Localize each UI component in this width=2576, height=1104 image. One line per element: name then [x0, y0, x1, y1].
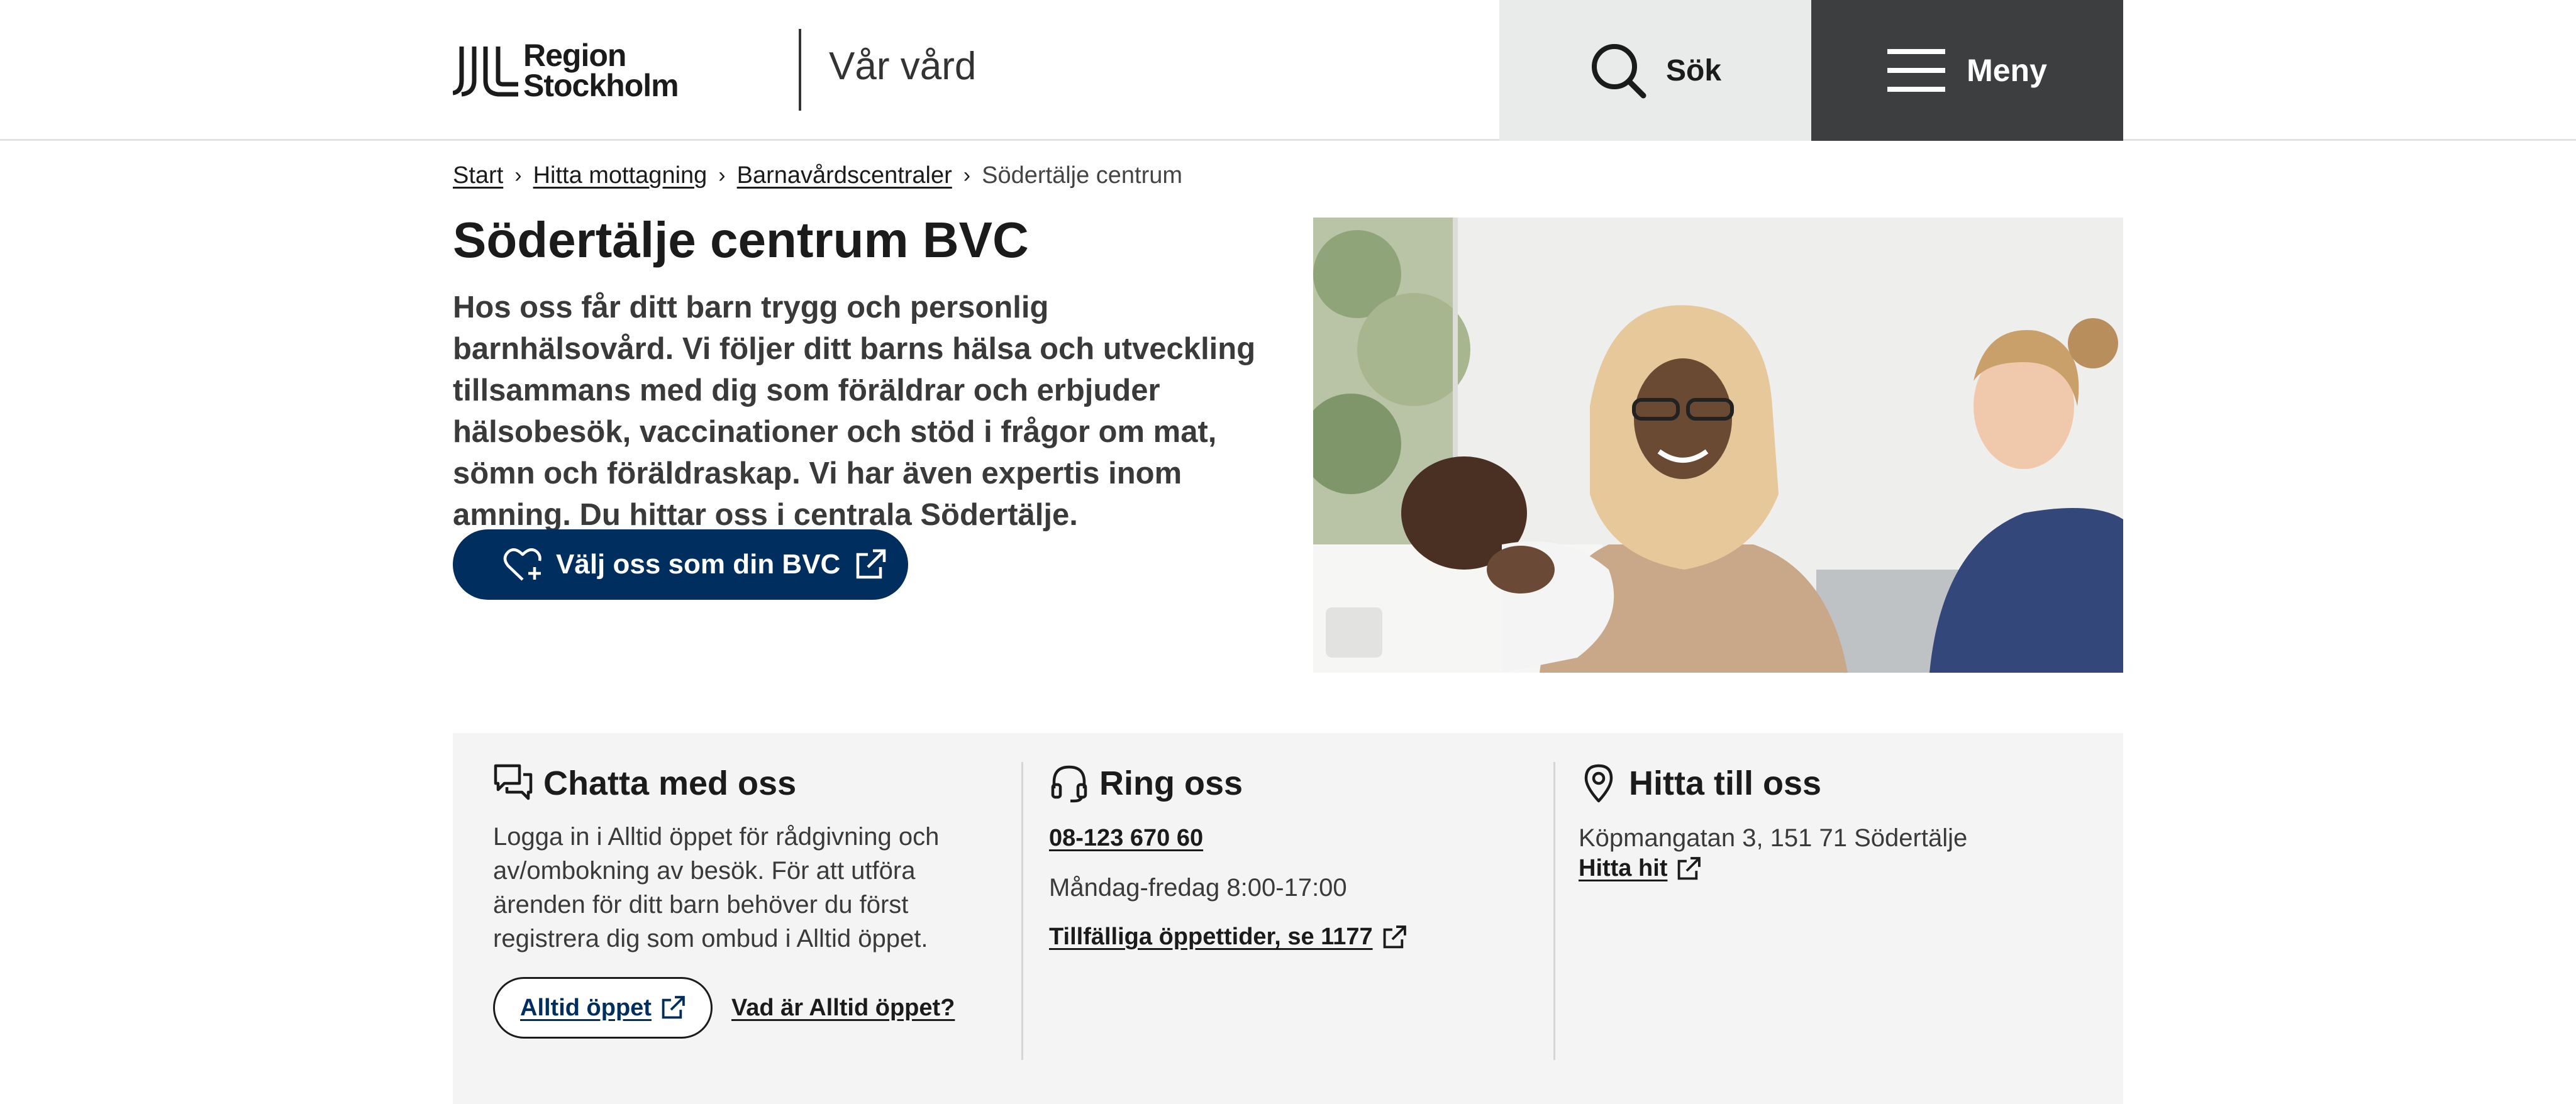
- call-column: Ring oss 08-123 670 60 Måndag-fredag 8:0…: [1049, 763, 1540, 951]
- what-is-alltid-oppet-link[interactable]: Vad är Alltid öppet?: [731, 995, 955, 1022]
- region-stockholm-logo[interactable]: Region Stockholm: [453, 40, 679, 101]
- chat-bubbles-icon: [494, 764, 533, 800]
- chevron-right-icon: ›: [963, 163, 971, 187]
- hamburger-icon: [1887, 49, 1946, 92]
- directions-label: Hitta hit: [1579, 855, 1668, 881]
- logo-text: Region Stockholm: [523, 40, 679, 101]
- temporary-hours-row: Tillfälliga öppettider, se 1177: [1049, 924, 1540, 951]
- chat-title: Chatta med oss: [543, 765, 797, 802]
- breadcrumb-current: Södertälje centrum: [982, 162, 1183, 189]
- breadcrumb: Start › Hitta mottagning › Barnavårdscen…: [453, 162, 1182, 189]
- contact-panel: Chatta med oss Logga in i Alltid öppet f…: [453, 733, 2123, 1104]
- search-icon: [1591, 44, 1646, 99]
- alltid-oppet-label: Alltid öppet: [520, 994, 652, 1021]
- external-link-icon: [1383, 925, 1406, 948]
- phone-number-link[interactable]: 08-123 670 60: [1049, 825, 1203, 852]
- alltid-oppet-button[interactable]: Alltid öppet: [493, 977, 713, 1039]
- find-column: Hitta till oss Köpmangatan 3, 151 71 Söd…: [1579, 763, 2094, 882]
- search-button-label: Sök: [1665, 53, 1722, 87]
- choose-bvc-button[interactable]: Välj oss som din BVC: [453, 529, 908, 600]
- temporary-hours-link[interactable]: Tillfälliga öppettider, se 1177: [1049, 924, 1407, 951]
- menu-button[interactable]: Meny: [1811, 0, 2123, 141]
- opening-hours: Måndag-fredag 8:00-17:00: [1049, 874, 1347, 902]
- headset-icon: [1051, 765, 1087, 803]
- site-header: Region Stockholm Vår vård Sök Meny: [0, 0, 2576, 141]
- breadcrumb-start[interactable]: Start: [453, 162, 503, 189]
- column-divider: [1553, 762, 1555, 1060]
- chat-column: Chatta med oss Logga in i Alltid öppet f…: [493, 763, 1015, 1039]
- find-heading: Hitta till oss: [1579, 763, 2094, 803]
- external-link-icon: [857, 549, 886, 579]
- directions-link[interactable]: Hitta hit: [1579, 855, 1701, 882]
- external-link-icon: [662, 996, 685, 1019]
- column-divider: [1021, 762, 1023, 1060]
- external-link-icon: [1678, 856, 1701, 880]
- address: Köpmangatan 3, 151 71 Södertälje: [1579, 824, 1968, 852]
- logo-line-1: Region: [523, 38, 626, 73]
- site-title[interactable]: Vår vård: [829, 44, 976, 89]
- find-title: Hitta till oss: [1629, 765, 1822, 802]
- menu-button-label: Meny: [1967, 53, 2047, 88]
- hero-photo: [1313, 218, 2123, 673]
- breadcrumb-hitta-mottagning[interactable]: Hitta mottagning: [533, 162, 708, 189]
- search-button[interactable]: Sök: [1499, 0, 1811, 141]
- map-pin-icon: [1584, 764, 1613, 803]
- breadcrumb-barnavardscentraler[interactable]: Barnavårdscentraler: [737, 162, 952, 189]
- hero-photo-illustration: [1313, 218, 2123, 673]
- lead-text: Hos oss får ditt barn trygg och personli…: [453, 290, 1256, 532]
- chevron-right-icon: ›: [514, 163, 522, 187]
- logo-line-2: Stockholm: [523, 68, 679, 103]
- header-divider: [799, 29, 801, 111]
- region-stockholm-logo-icon: [453, 47, 518, 97]
- temporary-hours-label: Tillfälliga öppettider, se 1177: [1049, 924, 1373, 950]
- call-heading: Ring oss: [1049, 763, 1540, 803]
- choose-bvc-label: Välj oss som din BVC: [556, 549, 841, 580]
- chat-heading: Chatta med oss: [493, 763, 1015, 803]
- chat-actions: Alltid öppet Vad är Alltid öppet?: [493, 977, 1015, 1039]
- chat-description: Logga in i Alltid öppet för rådgivning o…: [493, 823, 940, 952]
- page-title: Södertälje centrum BVC: [453, 212, 1029, 268]
- heart-plus-icon: [503, 548, 541, 581]
- call-title: Ring oss: [1099, 765, 1243, 802]
- chevron-right-icon: ›: [718, 163, 726, 187]
